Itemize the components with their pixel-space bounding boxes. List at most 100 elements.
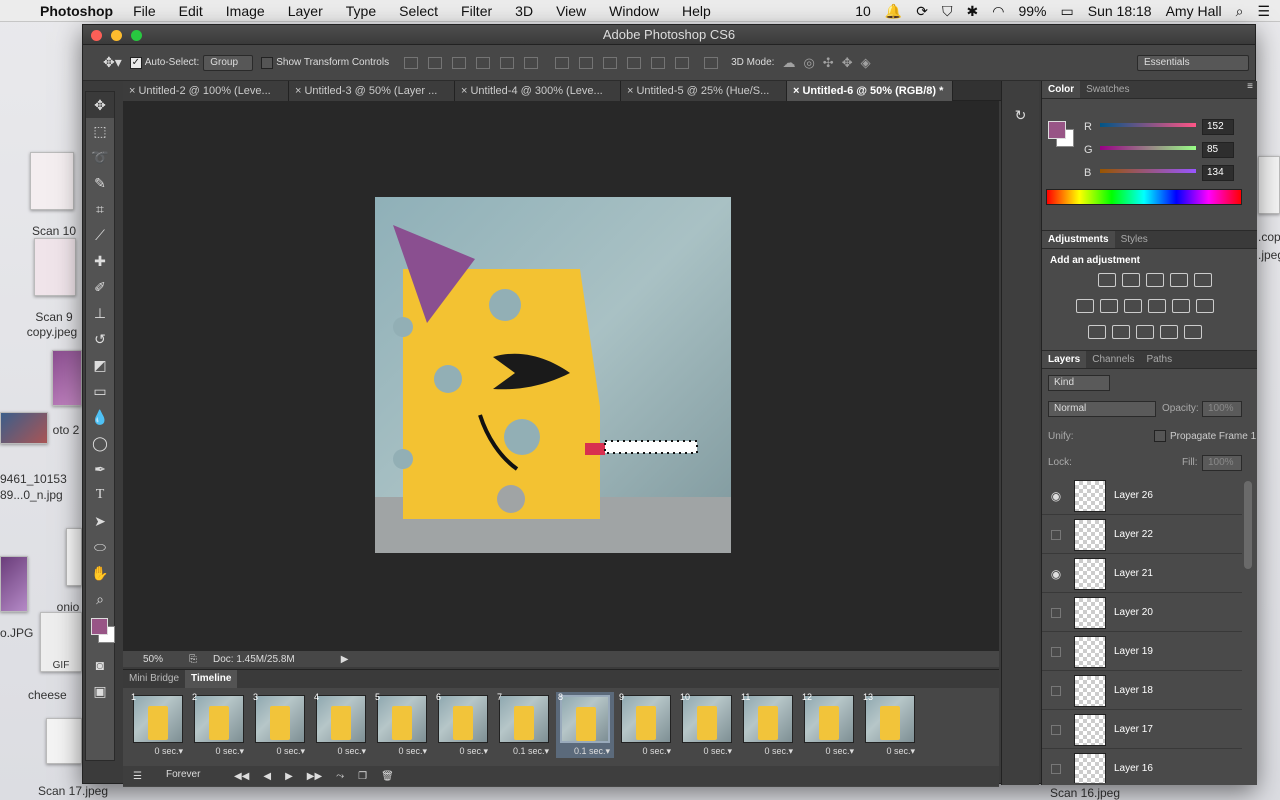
artwork-canvas[interactable] [375,197,731,553]
posterize-icon[interactable] [1112,325,1130,339]
blend-mode-dropdown[interactable]: Normal [1048,401,1156,417]
black-white-icon[interactable] [1124,299,1142,313]
frame-delay[interactable]: 0.1 sec.▾ [495,746,553,757]
g-slider[interactable] [1100,146,1196,150]
menu-type[interactable]: Type [346,3,376,19]
battery-icon[interactable]: ▭ [1061,3,1074,20]
brightness-icon[interactable] [1098,273,1116,287]
desktop-label-scan9[interactable]: Scan 9 [24,310,84,324]
workspace-dropdown[interactable]: Essentials [1137,54,1249,71]
menu-file[interactable]: File [133,3,156,19]
frame-delay[interactable]: 0 sec.▾ [312,746,370,757]
blur-tool-icon[interactable]: 💧 [86,404,114,430]
quick-select-tool-icon[interactable]: ✎ [86,170,114,196]
selective-color-icon[interactable] [1160,325,1178,339]
tab-timeline[interactable]: Timeline [185,670,238,688]
desktop-thumb-scan17[interactable] [46,718,82,764]
desktop-label-oto2[interactable]: oto 2 [50,423,82,437]
lasso-tool-icon[interactable]: ➰ [86,144,114,170]
pen-tool-icon[interactable]: ✒ [86,456,114,482]
menu-help[interactable]: Help [682,3,711,19]
tab-styles[interactable]: Styles [1115,231,1154,248]
tab-untitled-2[interactable]: × Untitled-2 @ 100% (Leve... [123,81,289,101]
zoom-window-button[interactable] [131,30,142,41]
brush-tool-icon[interactable]: ✐ [86,274,114,300]
r-value-field[interactable]: 152 [1202,119,1234,135]
b-slider[interactable] [1100,169,1196,173]
delete-frame-icon[interactable]: 🗑 [381,771,394,782]
layer-row[interactable]: Layer 20 [1042,594,1242,632]
timeline-frame[interactable]: 5 0 sec.▾ [373,692,431,758]
distribute-hcenter-icon[interactable] [651,56,666,69]
move-tool-icon[interactable]: ✥ [86,92,114,118]
tab-swatches[interactable]: Swatches [1080,81,1135,98]
sync-icon[interactable]: ⟳ [916,3,928,20]
fill-field[interactable]: 100% [1202,455,1242,471]
move-tool-preset-icon[interactable]: ✥▾ [103,54,122,71]
frame-delay[interactable]: 0 sec.▾ [617,746,675,757]
desktop-label-copy[interactable]: copy.jpeg [20,325,84,339]
path-select-tool-icon[interactable]: ➤ [86,508,114,534]
vibrance-icon[interactable] [1194,273,1212,287]
bell-icon[interactable]: 🔔 [885,3,902,20]
menu-app-name[interactable]: Photoshop [40,3,113,19]
layer-name[interactable]: Layer 19 [1114,646,1153,657]
frame-delay[interactable]: 0 sec.▾ [190,746,248,757]
invert-icon[interactable] [1088,325,1106,339]
timeline-frame[interactable]: 11 0 sec.▾ [739,692,797,758]
notifications-icon[interactable]: ☰ [1257,3,1270,20]
hue-saturation-icon[interactable] [1076,299,1094,313]
frame-delay[interactable]: 0 sec.▾ [800,746,858,757]
auto-select-checkbox[interactable]: ✓ [129,56,142,69]
history-icon[interactable]: ↻ [1002,107,1039,124]
gradient-map-icon[interactable] [1184,325,1202,339]
auto-align-icon[interactable] [704,56,719,69]
opacity-field[interactable]: 100% [1202,401,1242,417]
channel-mixer-icon[interactable] [1172,299,1190,313]
distribute-left-icon[interactable] [627,56,642,69]
timeline-frame[interactable]: 3 0 sec.▾ [251,692,309,758]
desktop-label-scan17[interactable]: Scan 17.jpeg [30,784,116,798]
healing-tool-icon[interactable]: ✚ [86,248,114,274]
timeline-frame[interactable]: 12 0 sec.▾ [800,692,858,758]
layer-name[interactable]: Layer 21 [1114,568,1153,579]
bluetooth-icon[interactable]: ✱ [967,3,979,20]
layer-row[interactable]: Layer 19 [1042,633,1242,671]
layer-row[interactable]: Layer 18 [1042,672,1242,710]
desktop-thumb-purple[interactable] [52,350,82,406]
b-value-field[interactable]: 134 [1202,165,1234,181]
menu-image[interactable]: Image [226,3,265,19]
desktop-label-9461[interactable]: 9461_10153 [0,472,70,486]
spotlight-icon[interactable]: ⌕ [1236,3,1244,20]
visibility-toggle[interactable] [1051,763,1061,774]
show-transform-checkbox[interactable] [261,56,274,69]
close-window-button[interactable] [91,30,102,41]
desktop-label-scan10[interactable]: Scan 10 [24,224,84,238]
align-bottom-icon[interactable] [452,56,467,69]
menu-select[interactable]: Select [399,3,438,19]
status-menu-arrow-icon[interactable]: ▶ [341,654,349,665]
align-right-icon[interactable] [524,56,539,69]
layers-scrollbar[interactable] [1244,481,1252,569]
layer-row[interactable]: ◉ Layer 21 [1042,555,1242,593]
tab-channels[interactable]: Channels [1086,351,1140,368]
kind-filter-dropdown[interactable]: Kind [1048,375,1110,391]
ellipse-tool-icon[interactable]: ⬭ [86,534,114,560]
desktop-label-cheese[interactable]: cheese [28,688,82,702]
tab-untitled-3[interactable]: × Untitled-3 @ 50% (Layer ... [289,81,455,101]
layer-row[interactable]: Layer 22 [1042,516,1242,554]
layer-name[interactable]: Layer 22 [1114,529,1153,540]
eraser-tool-icon[interactable]: ◩ [86,352,114,378]
threshold-icon[interactable] [1136,325,1154,339]
desktop-thumb-scan10[interactable] [30,152,74,210]
dodge-tool-icon[interactable]: ◯ [86,430,114,456]
r-slider[interactable] [1100,123,1196,127]
menu-window[interactable]: Window [609,3,659,19]
distribute-top-icon[interactable] [555,56,570,69]
eye-icon[interactable]: ◉ [1042,567,1070,581]
layer-name[interactable]: Layer 17 [1114,724,1153,735]
eyedropper-tool-icon[interactable]: ⟋ [86,222,114,248]
layer-row[interactable]: ◉ Layer 26 [1042,477,1242,515]
desktop-thumb-scan9[interactable] [34,238,76,296]
g-value-field[interactable]: 85 [1202,142,1234,158]
